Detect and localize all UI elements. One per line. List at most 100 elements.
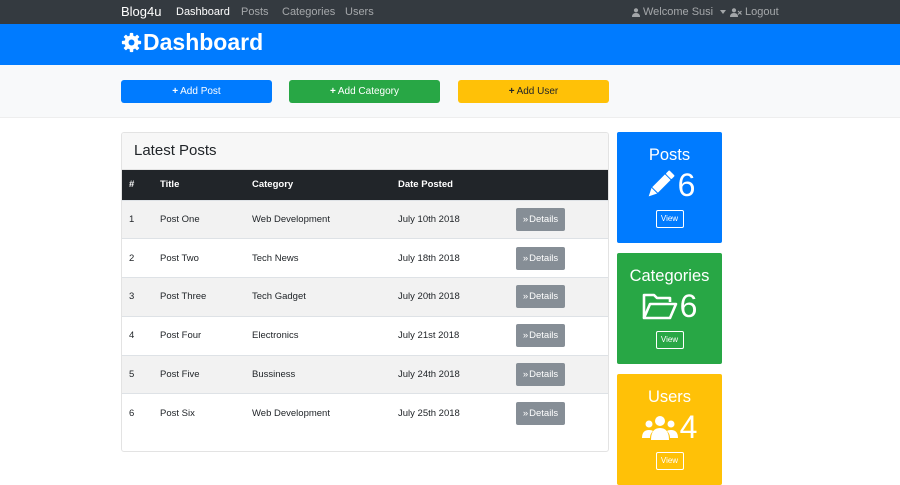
user-menu-dropdown[interactable]: Welcome Susi bbox=[632, 6, 727, 18]
post-title: Post Two bbox=[160, 252, 199, 264]
stat-title: Users bbox=[647, 388, 692, 406]
details-button[interactable]: » Details bbox=[516, 363, 565, 387]
view-users-button[interactable]: View bbox=[655, 452, 684, 470]
row-actions: » Details bbox=[509, 200, 608, 239]
stat-title: Categories bbox=[629, 267, 710, 285]
add-post-button[interactable]: + Add Post bbox=[121, 80, 272, 103]
row-number: 1 bbox=[129, 213, 135, 225]
details-button[interactable]: » Details bbox=[516, 324, 565, 348]
nav-users[interactable]: Users bbox=[345, 6, 374, 18]
post-category: Web Development bbox=[252, 408, 330, 420]
details-label: Details bbox=[529, 213, 559, 225]
post-title: Post Four bbox=[160, 330, 202, 342]
post-title: Post Six bbox=[160, 408, 195, 420]
details-label: Details bbox=[529, 291, 559, 303]
stat-count: 6 bbox=[677, 167, 696, 203]
post-title: Post One bbox=[160, 213, 200, 225]
add-user-button[interactable]: + Add User bbox=[458, 80, 609, 103]
angle-double-right-icon: » bbox=[522, 291, 529, 303]
row-number: 2 bbox=[129, 252, 135, 264]
stat-title: Posts bbox=[648, 146, 691, 164]
column-header: Title bbox=[160, 179, 180, 191]
post-category: Electronics bbox=[252, 330, 299, 342]
post-category: Tech Gadget bbox=[252, 291, 306, 303]
plus-icon: + bbox=[330, 86, 336, 97]
stat-count: 4 bbox=[679, 409, 698, 445]
row-number: 6 bbox=[129, 408, 135, 420]
add-user-label: Add User bbox=[516, 86, 559, 97]
row-actions: » Details bbox=[509, 394, 608, 433]
posts-table: # Title Category Date Posted 1 Post One We… bbox=[122, 170, 608, 433]
chevron-down-icon bbox=[720, 10, 727, 14]
page-header: Dashboard bbox=[0, 24, 900, 65]
folder-open-icon bbox=[642, 293, 677, 320]
user-times-icon bbox=[730, 7, 742, 17]
post-date: July 25th 2018 bbox=[398, 408, 460, 420]
nav-posts[interactable]: Posts bbox=[241, 6, 269, 18]
plus-icon: + bbox=[172, 86, 179, 97]
card-title: Latest Posts bbox=[122, 133, 608, 170]
details-label: Details bbox=[529, 330, 559, 342]
post-date: July 21st 2018 bbox=[398, 330, 460, 342]
categories-stat-card: Categories 6 View bbox=[617, 253, 722, 364]
plus-icon: + bbox=[508, 86, 515, 97]
table-row: 1 Post One Web Development July 10th 2018 » D… bbox=[122, 200, 608, 239]
angle-double-right-icon: » bbox=[522, 252, 529, 264]
angle-double-right-icon: » bbox=[522, 369, 529, 381]
table-header-row: # Title Category Date Posted bbox=[122, 170, 608, 200]
add-category-button[interactable]: + Add Category bbox=[289, 80, 440, 103]
top-navbar: Blog4u Dashboard Posts Categories Users … bbox=[0, 0, 900, 24]
details-label: Details bbox=[529, 369, 559, 381]
pencil-icon bbox=[648, 170, 675, 197]
logout-label: Logout bbox=[745, 6, 779, 18]
post-date: July 18th 2018 bbox=[398, 252, 460, 264]
logout-link[interactable]: Logout bbox=[730, 6, 779, 18]
post-category: Web Development bbox=[252, 213, 330, 225]
view-posts-button[interactable]: View bbox=[655, 210, 684, 228]
column-header-actions bbox=[509, 170, 608, 200]
column-header: # bbox=[129, 179, 135, 191]
posts-stat-card: Posts 6 View bbox=[617, 132, 722, 243]
nav-categories[interactable]: Categories bbox=[282, 6, 335, 18]
nav-dashboard[interactable]: Dashboard bbox=[176, 6, 230, 18]
table-row: 2 Post Two Tech News July 18th 2018 » Details bbox=[122, 238, 608, 278]
row-actions: » Details bbox=[509, 316, 608, 355]
add-post-label: Add Post bbox=[180, 86, 221, 97]
row-actions: » Details bbox=[509, 239, 608, 278]
row-actions: » Details bbox=[509, 355, 608, 394]
action-bar: + Add Post + Add Category + Add User bbox=[0, 65, 900, 118]
post-category: Tech News bbox=[252, 252, 299, 264]
column-header: Date Posted bbox=[398, 179, 453, 191]
post-title: Post Three bbox=[160, 291, 207, 303]
post-category: Bussiness bbox=[252, 369, 296, 381]
brand-link[interactable]: Blog4u bbox=[121, 4, 161, 19]
details-button[interactable]: » Details bbox=[516, 285, 565, 309]
view-categories-button[interactable]: View bbox=[655, 331, 684, 349]
row-actions: » Details bbox=[509, 278, 608, 317]
page-title-text: Dashboard bbox=[143, 29, 264, 55]
details-label: Details bbox=[529, 252, 559, 264]
table-row: 5 Post Five Bussiness July 24th 2018 » Detail… bbox=[122, 355, 608, 394]
row-number: 4 bbox=[129, 330, 135, 342]
stat-count: 6 bbox=[679, 288, 698, 324]
table-row: 6 Post Six Web Development July 25th 2018 » D… bbox=[122, 393, 608, 433]
table-row: 3 Post Three Tech Gadget July 20th 2018 » Det… bbox=[122, 277, 608, 317]
post-title: Post Five bbox=[160, 369, 200, 381]
details-button[interactable]: » Details bbox=[516, 246, 565, 270]
welcome-label: Welcome Susi bbox=[643, 6, 714, 18]
angle-double-right-icon: » bbox=[522, 408, 529, 420]
post-date: July 10th 2018 bbox=[398, 213, 460, 225]
details-button[interactable]: » Details bbox=[516, 402, 565, 426]
users-icon bbox=[641, 416, 678, 440]
user-icon bbox=[632, 7, 640, 17]
gear-icon bbox=[121, 32, 142, 53]
table-row: 4 Post Four Electronics July 21st 2018 » Deta… bbox=[122, 316, 608, 356]
details-button[interactable]: » Details bbox=[516, 207, 565, 231]
row-number: 3 bbox=[129, 291, 135, 303]
add-category-label: Add Category bbox=[337, 86, 399, 97]
angle-double-right-icon: » bbox=[522, 330, 529, 342]
users-stat-card: Users 4 View bbox=[617, 374, 722, 485]
post-date: July 24th 2018 bbox=[398, 369, 460, 381]
column-header: Category bbox=[252, 179, 294, 191]
angle-double-right-icon: » bbox=[522, 213, 529, 225]
